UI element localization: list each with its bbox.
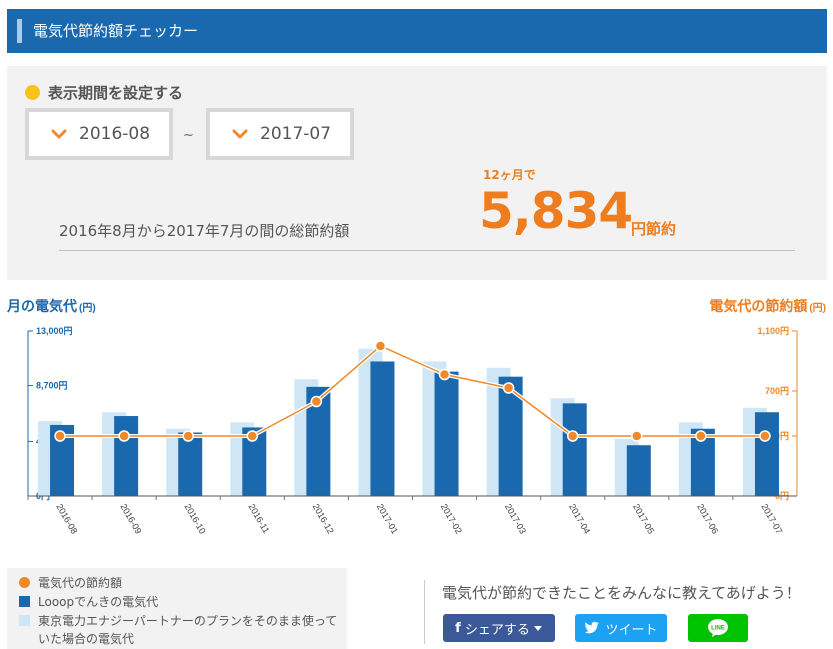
x-tick-label: 2017-04 bbox=[567, 502, 592, 536]
savings-line bbox=[60, 345, 765, 437]
app-title: 電気代節約額チェッカー bbox=[33, 22, 199, 40]
period-label: 表示期間を設定する bbox=[48, 84, 184, 102]
savings-amount: 5,834 bbox=[479, 182, 633, 240]
bar-looop bbox=[626, 445, 651, 496]
x-tick-label: 2016-12 bbox=[311, 502, 336, 536]
x-tick-label: 2017-05 bbox=[631, 502, 656, 536]
facebook-icon: f bbox=[455, 620, 461, 636]
legend-label: Looopでんきの電気代 bbox=[38, 595, 159, 609]
period-separator: ~ bbox=[183, 128, 194, 143]
savings-point bbox=[502, 382, 515, 394]
facebook-share-label: シェアする bbox=[464, 622, 530, 638]
legend-marker-light-blue bbox=[19, 615, 30, 626]
savings-point bbox=[438, 368, 451, 381]
app-header: 電気代節約額チェッカー bbox=[7, 9, 827, 53]
twitter-tweet-button[interactable]: ツイート bbox=[575, 614, 667, 642]
savings-point bbox=[759, 430, 771, 442]
divider bbox=[59, 250, 795, 251]
right-axis-title: 電気代の節約額 (円) bbox=[709, 298, 826, 314]
left-tick-label: 8,700円 bbox=[36, 381, 68, 391]
x-tick-label: 2017-02 bbox=[439, 502, 464, 536]
legend-label: 電気代の節約額 bbox=[38, 576, 123, 590]
period-dot-icon bbox=[25, 85, 40, 100]
bar-looop bbox=[370, 361, 395, 496]
x-tick-label: 2016-09 bbox=[118, 502, 143, 536]
legend-item-looop: Looopでんきの電気代 bbox=[19, 593, 347, 611]
line-share-button[interactable]: LINE bbox=[688, 614, 748, 642]
right-tick-label: 700円 bbox=[765, 386, 789, 396]
savings-point bbox=[566, 430, 579, 442]
facebook-share-button[interactable]: f シェアする bbox=[443, 614, 555, 642]
end-month-select[interactable]: 2017-07 bbox=[206, 108, 354, 160]
legend-marker-blue bbox=[19, 596, 30, 607]
left-tick-label: 13,000円 bbox=[36, 326, 73, 336]
share-divider bbox=[424, 580, 425, 644]
line-icon: LINE bbox=[708, 619, 728, 637]
left-axis-title: 月の電気代 (円) bbox=[6, 298, 96, 314]
end-month-value: 2017-07 bbox=[260, 124, 332, 144]
header-accent-bar bbox=[17, 19, 22, 43]
legend-label: 東京電力エナジーパートナーのプランをそのまま使っていた場合の電気代 bbox=[38, 614, 338, 646]
savings-point bbox=[631, 430, 643, 442]
caret-down-icon bbox=[533, 626, 542, 631]
x-tick-label: 2017-01 bbox=[375, 502, 400, 536]
bar-looop bbox=[114, 416, 139, 496]
x-tick-label: 2016-08 bbox=[54, 502, 79, 536]
x-tick-label: 2016-10 bbox=[182, 502, 207, 536]
x-tick-label: 2016-11 bbox=[247, 502, 272, 535]
start-month-select[interactable]: 2016-08 bbox=[25, 108, 173, 160]
period-heading: 表示期間を設定する bbox=[25, 82, 183, 103]
start-month-value: 2016-08 bbox=[79, 124, 151, 144]
chevron-down-icon bbox=[51, 129, 67, 139]
total-savings-label: 2016年8月から2017年7月の間の総節約額 bbox=[59, 222, 350, 240]
twitter-tweet-label: ツイート bbox=[605, 622, 658, 638]
savings-point bbox=[118, 430, 130, 442]
savings-point bbox=[246, 430, 259, 442]
electricity-chart: 月の電気代(円)電気代の節約額(円)0円4,300円8,700円13,000円0… bbox=[6, 298, 826, 536]
bar-looop bbox=[434, 371, 459, 496]
chevron-down-icon bbox=[232, 129, 248, 139]
bar-looop bbox=[754, 412, 779, 496]
savings-point bbox=[182, 430, 194, 442]
months-label: 12ヶ月で bbox=[483, 168, 536, 182]
savings-amount-suffix: 円節約 bbox=[631, 220, 677, 238]
right-tick-label: 1,100円 bbox=[757, 326, 789, 336]
chart-legend: 電気代の節約額 Looopでんきの電気代 東京電力エナジーパートナーのプランをそ… bbox=[7, 568, 347, 649]
legend-marker-orange bbox=[19, 577, 30, 588]
share-prompt: 電気代が節約できたことをみんなに教えてあげよう！ bbox=[442, 584, 801, 602]
bar-looop bbox=[178, 432, 203, 496]
savings-point bbox=[374, 340, 387, 352]
bar-looop bbox=[562, 403, 587, 496]
legend-item-tepco: 東京電力エナジーパートナーのプランをそのまま使っていた場合の電気代 bbox=[19, 612, 347, 648]
x-tick-label: 2017-03 bbox=[503, 502, 528, 536]
savings-point bbox=[695, 430, 707, 442]
x-tick-label: 2017-07 bbox=[759, 502, 784, 536]
twitter-bird-icon bbox=[585, 621, 600, 634]
period-panel: 表示期間を設定する 2016-08 ~ 2017-07 2016年8月から201… bbox=[7, 66, 827, 280]
x-tick-label: 2017-06 bbox=[695, 502, 720, 536]
savings-point bbox=[310, 395, 323, 408]
line-icon-label: LINE bbox=[711, 626, 725, 632]
legend-item-savings: 電気代の節約額 bbox=[19, 574, 347, 592]
savings-point bbox=[54, 430, 66, 442]
